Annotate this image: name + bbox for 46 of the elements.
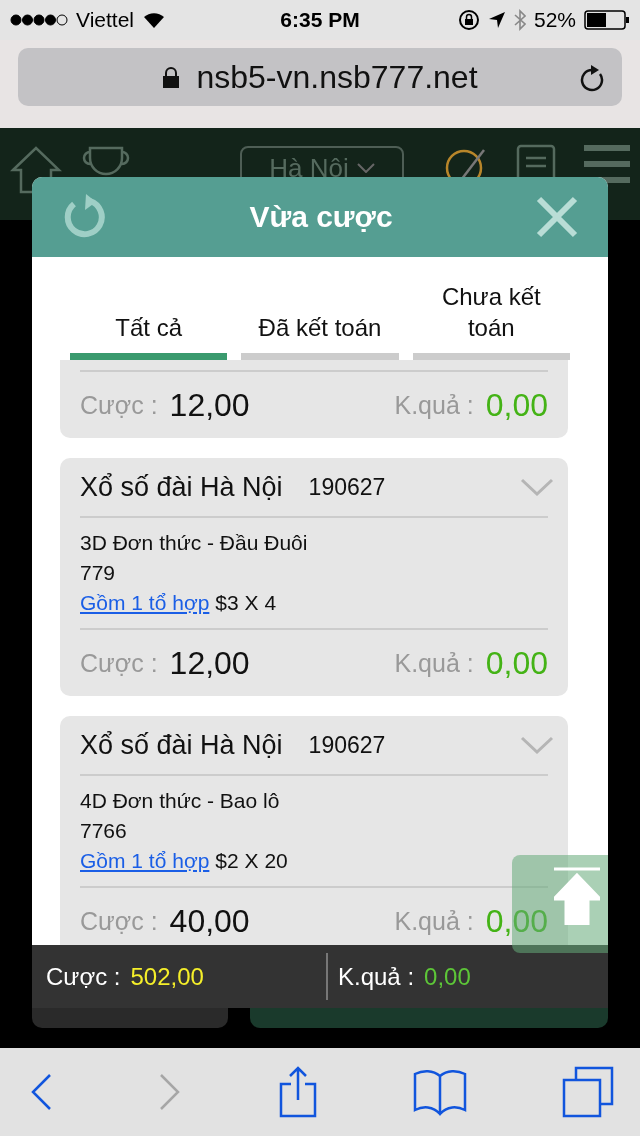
combination-link[interactable]: Gồm 1 tổ hợp [80,588,210,618]
draw-number: 190627 [308,731,386,759]
lottery-title: Xổ số đài Hà Nội [80,729,283,761]
stake-label: Cược : [80,906,158,936]
tabs-button[interactable] [562,1066,614,1118]
draw-number: 190627 [308,473,386,501]
wifi-icon [142,11,166,29]
result-label: K.quả : [394,390,474,420]
total-stake: 502,00 [130,962,204,991]
address-bar[interactable]: nsb5-vn.nsb777.net [18,48,622,106]
battery-icon [584,10,630,30]
stake-amount: 12,00 [169,386,250,424]
bet-type: 3D Đơn thức - Đầu Đuôi [80,530,309,556]
chevron-down-icon [356,163,375,173]
clock-time: 6:35 PM [280,8,360,32]
result-label: K.quả : [394,906,474,936]
bet-numbers: 779 [80,560,117,586]
share-button[interactable] [278,1066,318,1118]
location-arrow-icon [487,11,506,29]
stake-amount: 40,00 [169,902,250,940]
reload-icon[interactable] [578,62,606,92]
combination-link[interactable]: Gồm 1 tổ hợp [80,846,210,876]
menu-icon[interactable] [584,144,630,184]
result-label: K.quả : [394,648,474,678]
total-stake-label: Cược : [46,962,121,991]
bluetooth-icon [513,9,526,31]
carrier-name: Viettel [76,8,134,32]
rotation-lock-icon [457,9,480,31]
total-result-label: K.quả : [338,962,415,991]
battery-percent: 52% [533,8,576,32]
lock-icon [162,66,181,88]
signal-icon [10,14,68,26]
result-amount: 0,00 [485,386,548,424]
result-amount: 0,00 [485,644,548,682]
stake-label: Cược : [80,390,158,420]
combination-detail: $3 X 4 [215,590,277,616]
lottery-title: Xổ số đài Hà Nội [80,471,283,503]
bet-type: 4D Đơn thức - Bao lô [80,788,281,814]
combination-detail: $2 X 20 [215,848,288,874]
dialog-title: Vừa cược [249,200,393,234]
stake-amount: 12,00 [169,644,250,682]
bookmarks-button[interactable] [413,1068,467,1116]
stake-label: Cược : [80,648,158,678]
total-result: 0,00 [424,962,471,991]
up-arrow-icon [554,867,600,925]
bet-numbers: 7766 [80,818,128,844]
